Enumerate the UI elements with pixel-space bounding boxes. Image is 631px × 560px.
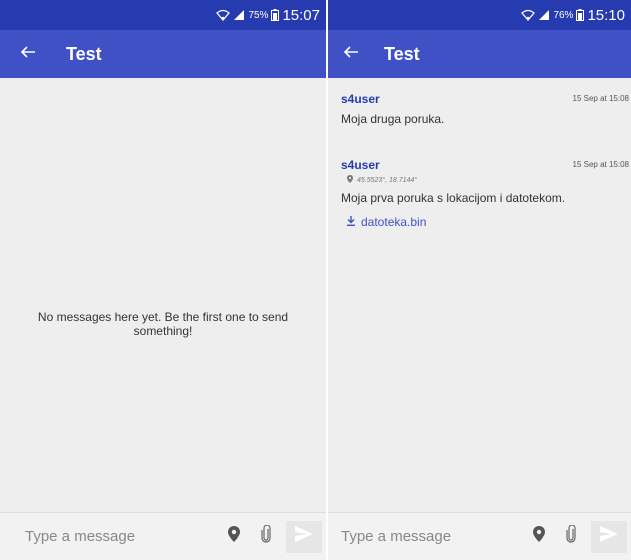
app-bar: Test	[328, 30, 631, 78]
screens: 75% 15:07 Test No messages here yet. Be …	[0, 0, 631, 560]
composer: Type a message	[328, 512, 631, 560]
message-location[interactable]: 45.5523°, 18.7144°	[347, 175, 631, 185]
status-bar: 75% 15:07	[0, 0, 326, 30]
download-icon	[347, 215, 355, 229]
attachment-link[interactable]: datoteka.bin	[347, 215, 631, 229]
message-time: 15 Sep at 15:08	[572, 160, 630, 169]
map-pin-icon	[533, 526, 545, 547]
message-text: Moja druga poruka.	[341, 112, 445, 126]
send-icon	[600, 526, 618, 547]
battery-icon	[576, 9, 585, 21]
send-button-box	[286, 520, 322, 553]
paperclip-icon	[261, 524, 271, 548]
signal-icon	[233, 9, 245, 21]
location-button[interactable]	[523, 513, 555, 560]
attach-button[interactable]	[555, 513, 587, 560]
status-time: 15:10	[587, 6, 625, 24]
send-button[interactable]	[282, 513, 326, 560]
back-button[interactable]	[328, 30, 374, 78]
app-bar: Test	[0, 30, 326, 78]
send-button-box	[591, 520, 627, 553]
attach-button[interactable]	[250, 513, 282, 560]
signal-icon	[538, 9, 550, 21]
battery-percent: 76%	[553, 9, 574, 21]
map-pin-icon	[228, 526, 240, 547]
message-list: s4user 15 Sep at 15:08 Moja druga poruka…	[328, 78, 631, 512]
page-title: Test	[66, 43, 102, 64]
map-pin-icon	[347, 175, 353, 185]
wifi-icon	[216, 9, 231, 21]
message-text: Moja prva poruka s lokacijom i datotekom…	[341, 191, 566, 205]
message-input[interactable]: Type a message	[0, 528, 218, 545]
message-input[interactable]: Type a message	[328, 528, 523, 545]
battery-percent: 75%	[248, 9, 269, 21]
send-button[interactable]	[587, 513, 631, 560]
message-time: 15 Sep at 15:08	[572, 94, 630, 103]
status-bar: 76% 15:10	[328, 0, 631, 30]
location-coordinates: 45.5523°, 18.7144°	[357, 176, 418, 184]
page-title: Test	[384, 43, 420, 64]
arrow-left-icon	[343, 44, 359, 65]
battery-icon	[271, 9, 280, 21]
status-time: 15:07	[282, 6, 320, 24]
message-item: s4user 15 Sep at 15:08 45.5523°, 18.7144…	[328, 158, 631, 229]
arrow-left-icon	[20, 44, 36, 65]
send-icon	[295, 526, 313, 547]
screen-empty-chat: 75% 15:07 Test No messages here yet. Be …	[0, 0, 326, 560]
message-item: s4user 15 Sep at 15:08 Moja druga poruka…	[328, 92, 631, 126]
composer: Type a message	[0, 512, 326, 560]
back-button[interactable]	[0, 30, 56, 78]
empty-state-text: No messages here yet. Be the first one t…	[37, 310, 289, 338]
message-list: No messages here yet. Be the first one t…	[0, 78, 326, 512]
wifi-icon	[521, 9, 536, 21]
paperclip-icon	[566, 524, 576, 548]
location-button[interactable]	[218, 513, 250, 560]
screen-chat-with-messages: 76% 15:10 Test s4user 15 Sep at 15:08 Mo…	[328, 0, 631, 560]
attachment-filename: datoteka.bin	[361, 215, 427, 229]
